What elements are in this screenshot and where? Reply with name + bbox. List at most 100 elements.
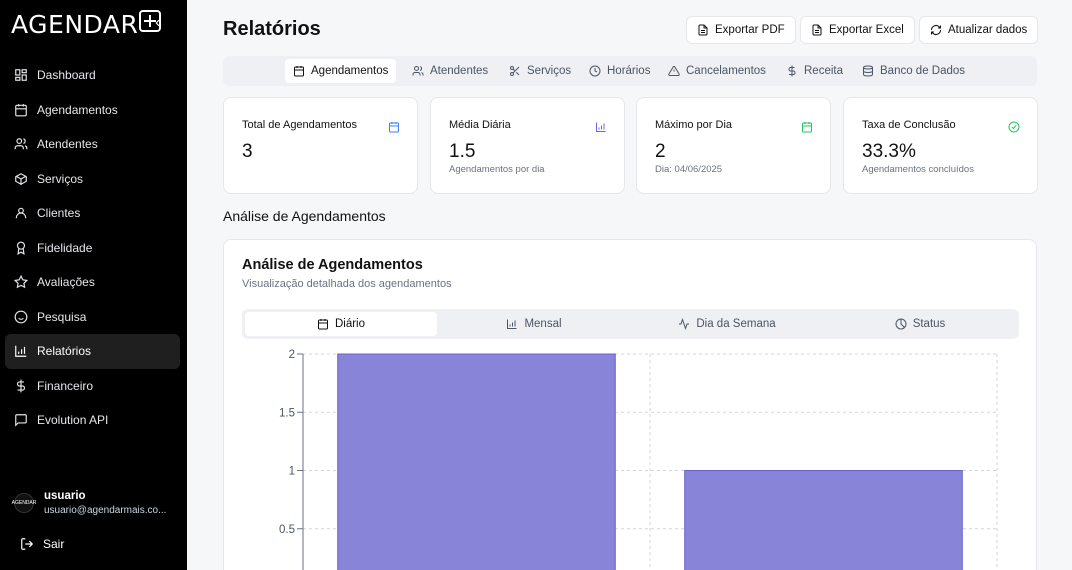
kpi-label: Total de Agendamentos [242,119,357,131]
tab-horarios[interactable]: Horários [581,59,658,83]
y-tick-label: 1 [289,466,295,478]
logout-label: Sair [43,537,65,551]
kpi-label: Máximo por Dia [655,119,733,131]
kpi-value: 1.5 [449,141,476,162]
dashboard-icon [14,68,28,82]
sidebar-item-label: Relatórios [37,344,92,359]
tab-label: Agendamentos [311,65,389,77]
sidebar-item-avaliacoes[interactable]: Avaliações [5,265,180,300]
refresh-icon [931,25,941,35]
sidebar-item-clientes[interactable]: Clientes [5,196,180,231]
tab-label: Cancelamentos [686,65,766,77]
user-profile[interactable]: AGENDAR usuario usuario@agendarmais.co..… [11,490,169,516]
tab-agendamentos[interactable]: Agendamentos [285,59,397,83]
file-icon [812,24,822,36]
tab-servicos[interactable]: Serviços [501,59,579,83]
tab-label: Atendentes [430,65,489,77]
export-pdf-label: Exportar PDF [715,24,785,36]
kpi-value: 2 [655,141,666,162]
tab-label: Serviços [527,65,572,77]
sidebar-item-atendentes[interactable]: Atendentes [5,127,180,162]
tab-banco-de-dados[interactable]: Banco de Dados [854,59,973,83]
users-icon [14,137,28,151]
scissors-icon [510,66,520,76]
y-tick-label: 1.5 [279,407,295,419]
tab-label: Banco de Dados [880,65,966,77]
database-icon [863,65,873,77]
tab-label: Receita [804,65,843,77]
daily-bar-chart: 0.5 1 1.5 2 [279,349,998,570]
kpi-subtext: Agendamentos concluídos [862,164,974,175]
sidebar-item-label: Pesquisa [37,309,87,324]
message-icon [14,413,28,427]
users-icon [412,66,424,76]
export-excel-label: Exportar Excel [829,24,904,36]
sidebar-item-pesquisa[interactable]: Pesquisa [5,300,180,335]
sidebar-item-label: Clientes [37,206,81,221]
star-icon [14,275,28,289]
calendar-icon [294,66,304,77]
sidebar-item-financeiro[interactable]: Financeiro [5,369,180,404]
dollar-icon [14,379,28,393]
app-logo[interactable]: AGENDAR [11,9,162,39]
dollar-icon [788,65,796,77]
collapse-sidebar-button[interactable]: ‹ [155,14,160,32]
sidebar-item-label: Fidelidade [37,240,93,255]
bar-chart-icon [595,120,607,132]
kpi-label: Média Diária [449,119,511,131]
sidebar-item-agendamentos[interactable]: Agendamentos [5,93,180,128]
y-tick-label: 0.5 [279,524,295,536]
calendar-icon [388,120,400,133]
kpi-subtext: Agendamentos por dia [449,164,545,175]
kpi-card-taxa-conclusao: Taxa de Conclusão 33.3% Agendamentos con… [843,97,1038,194]
logout-button[interactable]: Sair [20,537,64,551]
page-title: Relatórios [223,18,321,40]
bar-chart-icon [14,344,28,358]
logo-text: AGENDAR [11,10,139,39]
calendar-icon [801,120,813,133]
check-circle-icon [1008,120,1020,133]
sidebar-item-dashboard[interactable]: Dashboard [5,58,180,93]
export-excel-button[interactable]: Exportar Excel [800,16,915,44]
sidebar-item-relatorios[interactable]: Relatórios [5,334,180,369]
sidebar-item-label: Evolution API [37,413,109,428]
sidebar-item-servicos[interactable]: Serviços [5,162,180,197]
kpi-label: Taxa de Conclusão [862,119,956,131]
kpi-value: 3 [242,141,253,162]
calendar-icon [14,103,28,117]
package-icon [14,172,28,186]
section-title: Análise de Agendamentos [223,208,386,224]
tab-atendentes[interactable]: Atendentes [404,59,496,83]
user-icon [14,206,28,220]
analysis-panel: Análise de Agendamentos Visualização det… [223,239,1037,570]
sidebar-item-fidelidade[interactable]: Fidelidade [5,231,180,266]
tab-receita[interactable]: Receita [778,59,851,83]
export-pdf-button[interactable]: Exportar PDF [686,16,796,44]
avatar: AGENDAR [11,493,37,513]
tab-cancelamentos[interactable]: Cancelamentos [660,59,774,83]
kpi-card-media-diaria: Média Diária 1.5 Agendamentos por dia [430,97,625,194]
bar [684,470,963,570]
kpi-card-maximo-por-dia: Máximo por Dia 2 Dia: 04/06/2025 [636,97,831,194]
kpi-value: 33.3% [862,141,916,162]
sidebar-item-label: Agendamentos [37,102,118,117]
report-tabs: Agendamentos Atendentes Serviços Horário… [223,56,1037,86]
bar [337,353,616,570]
sidebar-item-label: Serviços [37,171,84,186]
kpi-card-total: Total de Agendamentos 3 [223,97,418,194]
sidebar-item-label: Financeiro [37,378,94,393]
avatar-text: AGENDAR [11,500,37,506]
sidebar-item-label: Dashboard [37,68,96,83]
file-icon [698,24,708,36]
smile-icon [14,310,28,324]
award-icon [14,241,28,255]
sidebar-nav: Dashboard Agendamentos Atendentes Serviç… [5,58,180,438]
sidebar-item-evolution-api[interactable]: Evolution API [5,403,180,438]
sidebar-item-label: Atendentes [37,137,98,152]
tab-label: Horários [607,65,651,77]
refresh-data-label: Atualizar dados [948,24,1028,36]
user-name: usuario [44,490,86,502]
y-tick-label: 2 [289,349,295,361]
sidebar-item-label: Avaliações [37,275,95,290]
refresh-data-button[interactable]: Atualizar dados [919,16,1039,44]
